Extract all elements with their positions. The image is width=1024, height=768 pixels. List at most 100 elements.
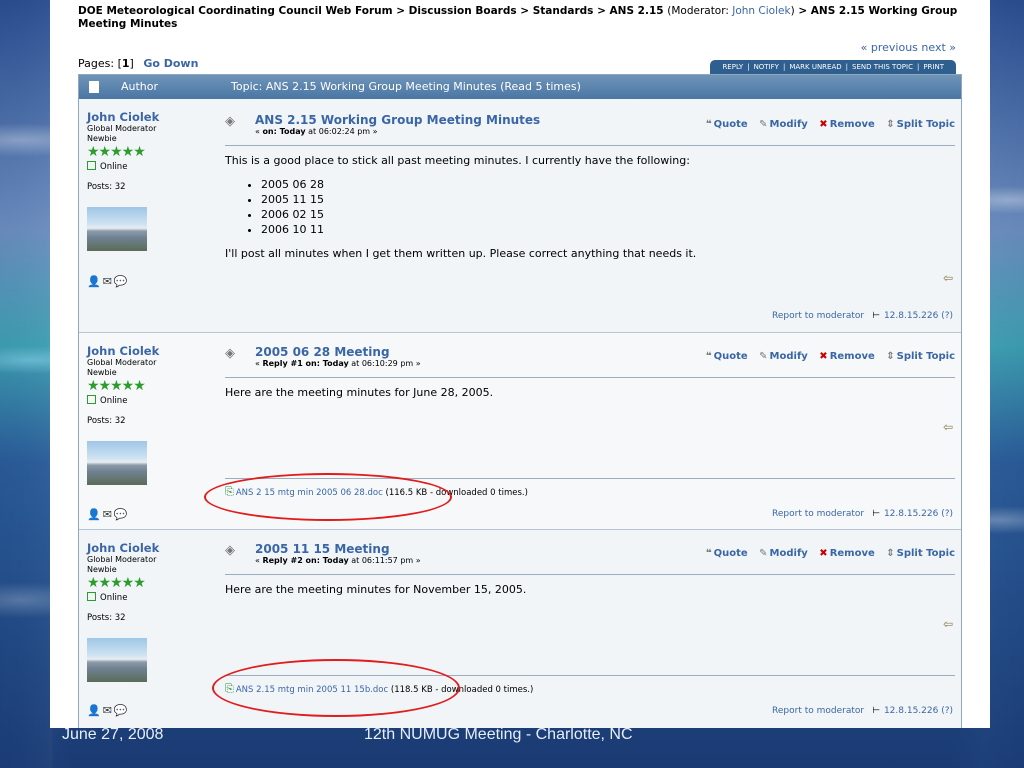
quote-button[interactable]: ❝ Quote: [706, 351, 748, 362]
body-outro: I'll post all minutes when I get them wr…: [225, 247, 697, 260]
attachment-link[interactable]: ANS 2.15 mtg min 2005 11 15b.doc: [236, 685, 388, 695]
report-to-moderator-link[interactable]: Report to moderator: [772, 706, 864, 716]
author-name-link[interactable]: John Ciolek: [87, 345, 207, 358]
pm-icon[interactable]: 💬: [114, 275, 130, 288]
pm-icon[interactable]: 💬: [114, 508, 130, 521]
ip-address[interactable]: 12.8.15.226 (?): [884, 311, 953, 321]
split-label: Split Topic: [896, 548, 955, 559]
profile-icon[interactable]: 👤: [87, 275, 103, 288]
pm-icon[interactable]: 💬: [114, 704, 130, 717]
remove-button[interactable]: ✖ Remove: [819, 351, 874, 362]
prev-next-links[interactable]: « previous next »: [861, 41, 956, 54]
post-title-link[interactable]: 2005 06 28 Meeting: [255, 345, 390, 359]
modify-label: Modify: [769, 351, 808, 362]
avatar: [87, 441, 147, 485]
pages-label: Pages: [: [78, 57, 122, 70]
breadcrumb-ans[interactable]: ANS 2.15: [610, 5, 664, 17]
screenshot-panel: DOE Meteorological Coordinating Council …: [50, 0, 990, 728]
report-to-moderator-link[interactable]: Report to moderator: [772, 509, 864, 519]
meta-bold: on: Today: [262, 127, 306, 136]
author-info: John Ciolek Global Moderator Newbie ★★★★…: [87, 345, 207, 426]
breadcrumb-sep: >: [593, 5, 610, 17]
attachment: ⎘ ANS 2 15 mtg min 2005 06 28.doc (116.5 …: [225, 485, 528, 499]
breadcrumb-forum[interactable]: DOE Meteorological Coordinating Council …: [78, 5, 393, 17]
reply-button[interactable]: REPLY: [718, 63, 747, 71]
split-topic-button[interactable]: ⇕ Split Topic: [886, 119, 955, 130]
topic-icon: ◈: [225, 543, 235, 558]
report-row: Report to moderator ⊢ 12.8.15.226 (?): [772, 706, 953, 716]
online-label: Online: [100, 396, 128, 406]
user-action-icons: 👤✉💬: [87, 704, 130, 717]
quick-reply-icon[interactable]: ⇦: [943, 271, 953, 285]
ip-address[interactable]: 12.8.15.226 (?): [884, 706, 953, 716]
post-count: Posts: 32: [87, 182, 126, 192]
attachment-link[interactable]: ANS 2 15 mtg min 2005 06 28.doc: [236, 488, 383, 498]
go-down-link[interactable]: Go Down: [143, 57, 198, 70]
remove-icon: ✖: [819, 548, 828, 559]
profile-icon[interactable]: 👤: [87, 508, 103, 521]
remove-button[interactable]: ✖ Remove: [819, 548, 874, 559]
split-topic-button[interactable]: ⇕ Split Topic: [886, 351, 955, 362]
quote-icon: ❝: [705, 351, 712, 362]
send-topic-button[interactable]: SEND THIS TOPIC: [848, 63, 917, 71]
ip-address[interactable]: 12.8.15.226 (?): [884, 509, 953, 519]
meta-time: at 06:02:24 pm »: [305, 127, 378, 136]
print-button[interactable]: PRINT: [919, 63, 948, 71]
online-icon: [87, 592, 96, 601]
post-count: Posts: 32: [87, 416, 126, 426]
split-label: Split Topic: [896, 351, 955, 362]
divider: [225, 145, 955, 146]
breadcrumb-sep: >: [516, 5, 533, 17]
meta-time: at 06:11:57 pm »: [348, 556, 421, 565]
online-icon: [87, 395, 96, 404]
report-to-moderator-link[interactable]: Report to moderator: [772, 311, 864, 321]
profile-icon[interactable]: 👤: [87, 704, 103, 717]
post-title-link[interactable]: ANS 2.15 Working Group Meeting Minutes: [255, 113, 540, 127]
post-title-link[interactable]: 2005 11 15 Meeting: [255, 542, 390, 556]
author-role: Global Moderator: [87, 555, 157, 564]
report-row: Report to moderator ⊢ 12.8.15.226 (?): [772, 311, 953, 321]
breadcrumb-boards[interactable]: Discussion Boards: [409, 5, 517, 17]
modify-button[interactable]: ✎ Modify: [759, 351, 808, 362]
divider: [225, 377, 955, 378]
email-icon[interactable]: ✉: [103, 275, 114, 288]
modify-button[interactable]: ✎ Modify: [759, 119, 808, 130]
author-column-header: Author: [121, 80, 159, 93]
post-meta: « on: Today at 06:02:24 pm »: [255, 127, 378, 136]
email-icon[interactable]: ✉: [103, 508, 114, 521]
breadcrumb: DOE Meteorological Coordinating Council …: [78, 5, 958, 31]
modify-button[interactable]: ✎ Modify: [759, 548, 808, 559]
minutes-list: 2005 06 28 2005 11 15 2006 02 15 2006 10…: [243, 177, 696, 237]
remove-label: Remove: [829, 548, 875, 559]
author-role: Global Moderator: [87, 124, 157, 133]
post-body: This is a good place to stick all past m…: [225, 153, 696, 261]
meta-bold: Reply #1 on: Today: [262, 359, 349, 368]
topic-icon: ◈: [225, 114, 235, 129]
avatar: [87, 638, 147, 682]
author-name-link[interactable]: John Ciolek: [87, 542, 207, 555]
modify-label: Modify: [769, 548, 808, 559]
breadcrumb-sep: >: [794, 5, 811, 17]
remove-button[interactable]: ✖ Remove: [819, 119, 874, 130]
quote-button[interactable]: ❝ Quote: [706, 119, 748, 130]
ip-icon: ⊢: [872, 509, 880, 519]
quote-icon: ❝: [705, 119, 712, 130]
split-topic-button[interactable]: ⇕ Split Topic: [886, 548, 955, 559]
quote-label: Quote: [713, 119, 748, 130]
post-tools: ❝ Quote ✎ Modify ✖ Remove ⇕ Split Topic: [698, 548, 955, 559]
moderator-link[interactable]: John Ciolek: [732, 5, 790, 17]
email-icon[interactable]: ✉: [103, 704, 114, 717]
table-header: Author Topic: ANS 2.15 Working Group Mee…: [79, 75, 961, 99]
remove-label: Remove: [829, 351, 875, 362]
notify-button[interactable]: NOTIFY: [750, 63, 783, 71]
quote-label: Quote: [713, 351, 748, 362]
author-name-link[interactable]: John Ciolek: [87, 111, 207, 124]
breadcrumb-standards[interactable]: Standards: [533, 5, 594, 17]
mark-unread-button[interactable]: MARK UNREAD: [785, 63, 845, 71]
author-info: John Ciolek Global Moderator Newbie ★★★★…: [87, 111, 207, 192]
quote-button[interactable]: ❝ Quote: [706, 548, 748, 559]
quick-reply-icon[interactable]: ⇦: [943, 420, 953, 434]
pagination: Pages: [1] Go Down: [78, 57, 198, 70]
rank-stars-icon: ★★★★★: [87, 144, 146, 160]
quick-reply-icon[interactable]: ⇦: [943, 617, 953, 631]
